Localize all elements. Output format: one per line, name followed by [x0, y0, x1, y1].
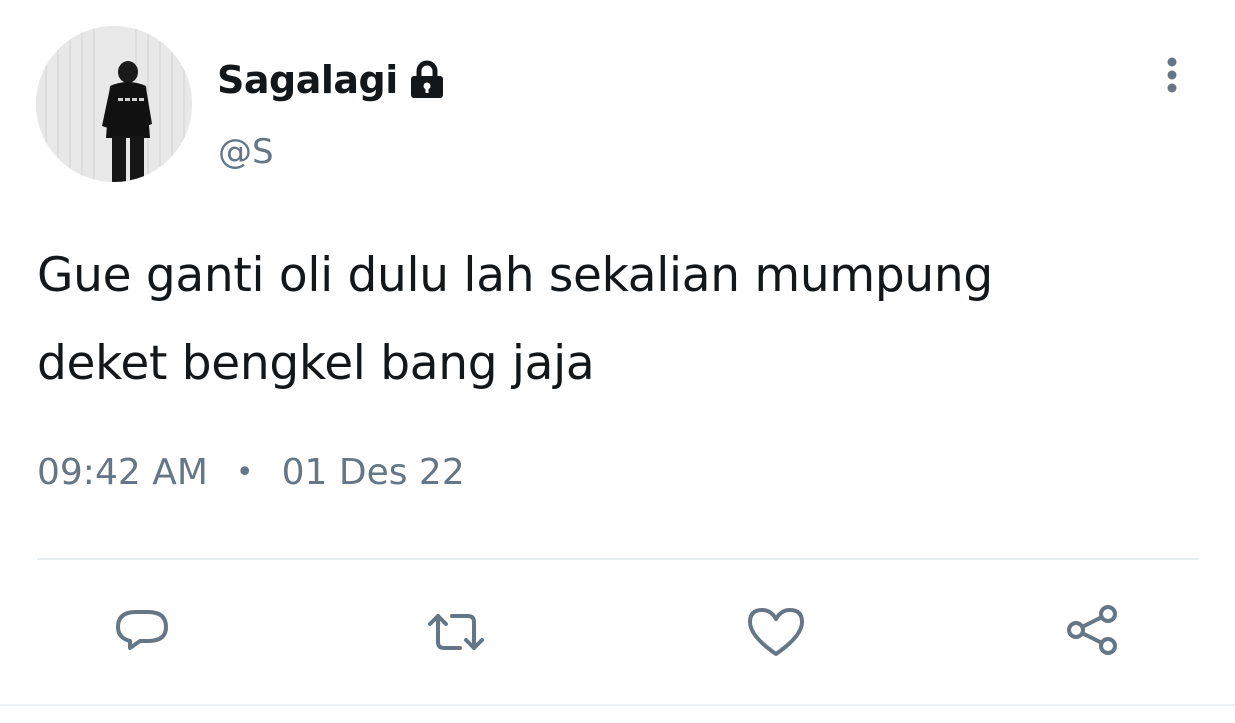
like-button[interactable] — [744, 600, 808, 664]
tweet-time: 09:42 AM — [37, 452, 208, 493]
share-icon — [1067, 605, 1117, 655]
separator-dot: • — [235, 455, 254, 490]
divider — [37, 558, 1198, 560]
reply-button[interactable] — [110, 600, 174, 664]
tweet-timestamp: 09:42 AM • 01 Des 22 — [37, 452, 465, 493]
heart-icon — [748, 608, 804, 656]
tweet-date: 01 Des 22 — [281, 452, 465, 493]
bottom-divider — [0, 704, 1235, 706]
display-name[interactable]: Sagalagi — [217, 58, 398, 102]
avatar-image — [36, 26, 192, 182]
lock-icon — [408, 60, 446, 100]
retweet-button[interactable] — [424, 600, 488, 664]
share-button[interactable] — [1062, 600, 1126, 664]
tweet-text-line-2: deket bengkel bang jaja — [37, 336, 595, 391]
retweet-icon — [428, 614, 484, 650]
avatar[interactable] — [36, 26, 192, 182]
user-handle[interactable]: @S — [218, 132, 274, 172]
reply-icon — [116, 610, 168, 650]
more-options-button[interactable] — [1150, 52, 1194, 96]
tweet-text-line-1: Gue ganti oli dulu lah sekalian mumpung — [37, 248, 993, 303]
more-vertical-icon — [1167, 57, 1177, 93]
user-name-row: Sagalagi — [217, 50, 446, 110]
tweet-text: Gue ganti oli dulu lah sekalian mumpung d… — [37, 232, 1207, 408]
